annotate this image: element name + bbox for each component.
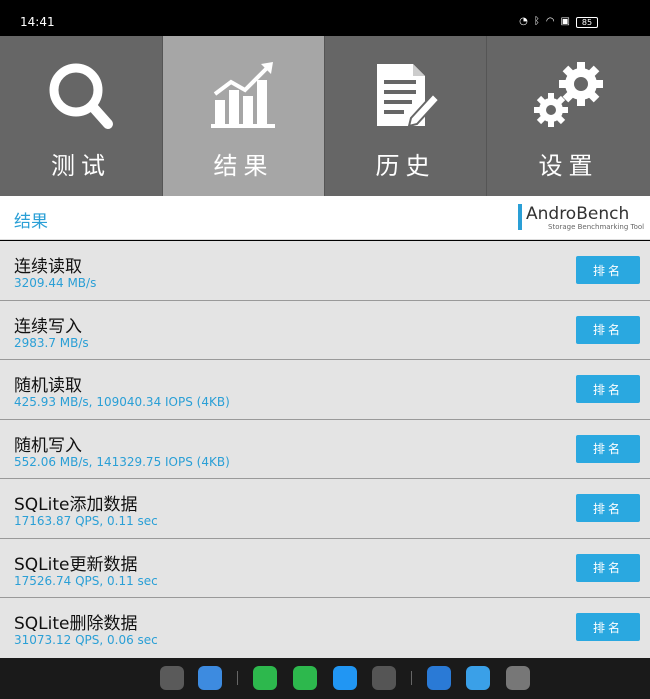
results-list: 连续读取 3209.44 MB/s 排名 连续写入 2983.7 MB/s 排名… <box>0 241 650 658</box>
document-edit-icon <box>376 64 440 128</box>
result-value: 2983.7 MB/s <box>14 335 89 350</box>
phone-icon[interactable] <box>253 666 277 690</box>
bluetooth-icon: ᛒ <box>533 16 540 27</box>
logo-subtitle: Storage Benchmarking Tool <box>548 223 645 231</box>
tab-label: 历史 <box>375 152 436 180</box>
result-value: 3209.44 MB/s <box>14 276 97 290</box>
result-value: 17526.74 QPS, 0.11 sec <box>14 573 158 588</box>
battery-icon: 85 <box>576 17 598 28</box>
rank-button[interactable]: 排名 <box>576 434 640 463</box>
tab-history[interactable]: 历史 <box>325 36 487 196</box>
result-name: SQLite更新数据 <box>14 554 138 575</box>
results-header: 结果 AndroBench Storage Benchmarking Tool <box>0 196 650 240</box>
status-bar: 14:41 ◔ ᛒ ◠ ▣ 85 <box>0 0 650 36</box>
list-item: 随机读取 425.93 MB/s, 109040.34 IOPS (4KB) 排… <box>0 360 650 420</box>
rank-button[interactable]: 排名 <box>576 315 640 344</box>
list-item: 随机写入 552.06 MB/s, 141329.75 IOPS (4KB) 排… <box>0 419 650 479</box>
rank-button[interactable]: 排名 <box>576 553 640 582</box>
result-name: SQLite添加数据 <box>14 495 138 515</box>
gallery-icon[interactable] <box>427 666 451 690</box>
files-icon[interactable] <box>198 666 222 690</box>
dock-divider <box>411 671 412 685</box>
result-name: SQLite删除数据 <box>14 614 138 634</box>
app-grid-icon[interactable] <box>160 666 184 690</box>
chart-icon <box>210 62 275 128</box>
rank-button[interactable]: 排名 <box>576 256 640 284</box>
result-value: 17163.87 QPS, 0.11 sec <box>14 514 158 528</box>
tab-label: 测试 <box>51 152 111 180</box>
tab-label: 设置 <box>538 152 599 180</box>
camera-icon[interactable] <box>372 666 396 690</box>
result-name: 随机写入 <box>14 435 82 456</box>
sim-icon: ▣ <box>560 16 570 27</box>
gear-icon <box>533 62 603 127</box>
list-item: SQLite删除数据 31073.12 QPS, 0.06 sec 排名 <box>0 598 650 658</box>
result-value: 425.93 MB/s, 109040.34 IOPS (4KB) <box>14 395 230 409</box>
clock: 14:41 <box>20 15 55 29</box>
tab-settings[interactable]: 设置 <box>487 36 650 196</box>
result-value: 552.06 MB/s, 141329.75 IOPS (4KB) <box>14 454 230 469</box>
list-item: SQLite更新数据 17526.74 QPS, 0.11 sec 排名 <box>0 538 650 598</box>
tab-test[interactable]: 测试 <box>0 36 163 196</box>
settings-icon[interactable] <box>506 666 530 690</box>
page-title: 结果 <box>14 212 48 232</box>
status-icons: ◔ ᛒ ◠ ▣ <box>519 16 570 28</box>
search-icon <box>49 63 113 129</box>
rank-button[interactable]: 排名 <box>576 375 640 403</box>
rank-button[interactable]: 排名 <box>576 494 640 522</box>
tab-results[interactable]: 结果 <box>163 36 325 196</box>
tab-label: 结果 <box>213 152 274 180</box>
androbench-logo: AndroBench Storage Benchmarking Tool <box>518 204 644 232</box>
list-item: 连续写入 2983.7 MB/s 排名 <box>0 300 650 360</box>
wifi-icon: ◠ <box>545 16 555 27</box>
result-value: 31073.12 QPS, 0.06 sec <box>14 633 158 647</box>
list-item: SQLite添加数据 17163.87 QPS, 0.11 sec 排名 <box>0 479 650 539</box>
dock-divider <box>237 671 238 685</box>
result-name: 连续读取 <box>14 257 82 277</box>
result-name: 随机读取 <box>14 376 82 396</box>
logo-bar <box>518 204 522 230</box>
app-dock <box>0 658 650 699</box>
logo-name: AndroBench <box>526 204 630 224</box>
speed-icon: ◔ <box>519 16 528 27</box>
result-name: 连续写入 <box>14 316 82 337</box>
browser-icon[interactable] <box>333 666 357 690</box>
androbench-icon[interactable] <box>466 666 490 690</box>
messages-icon[interactable] <box>293 666 317 690</box>
list-item: 连续读取 3209.44 MB/s 排名 <box>0 241 650 301</box>
tab-bar: 测试 结果 历史 设置 <box>0 36 650 196</box>
rank-button[interactable]: 排名 <box>576 613 640 641</box>
